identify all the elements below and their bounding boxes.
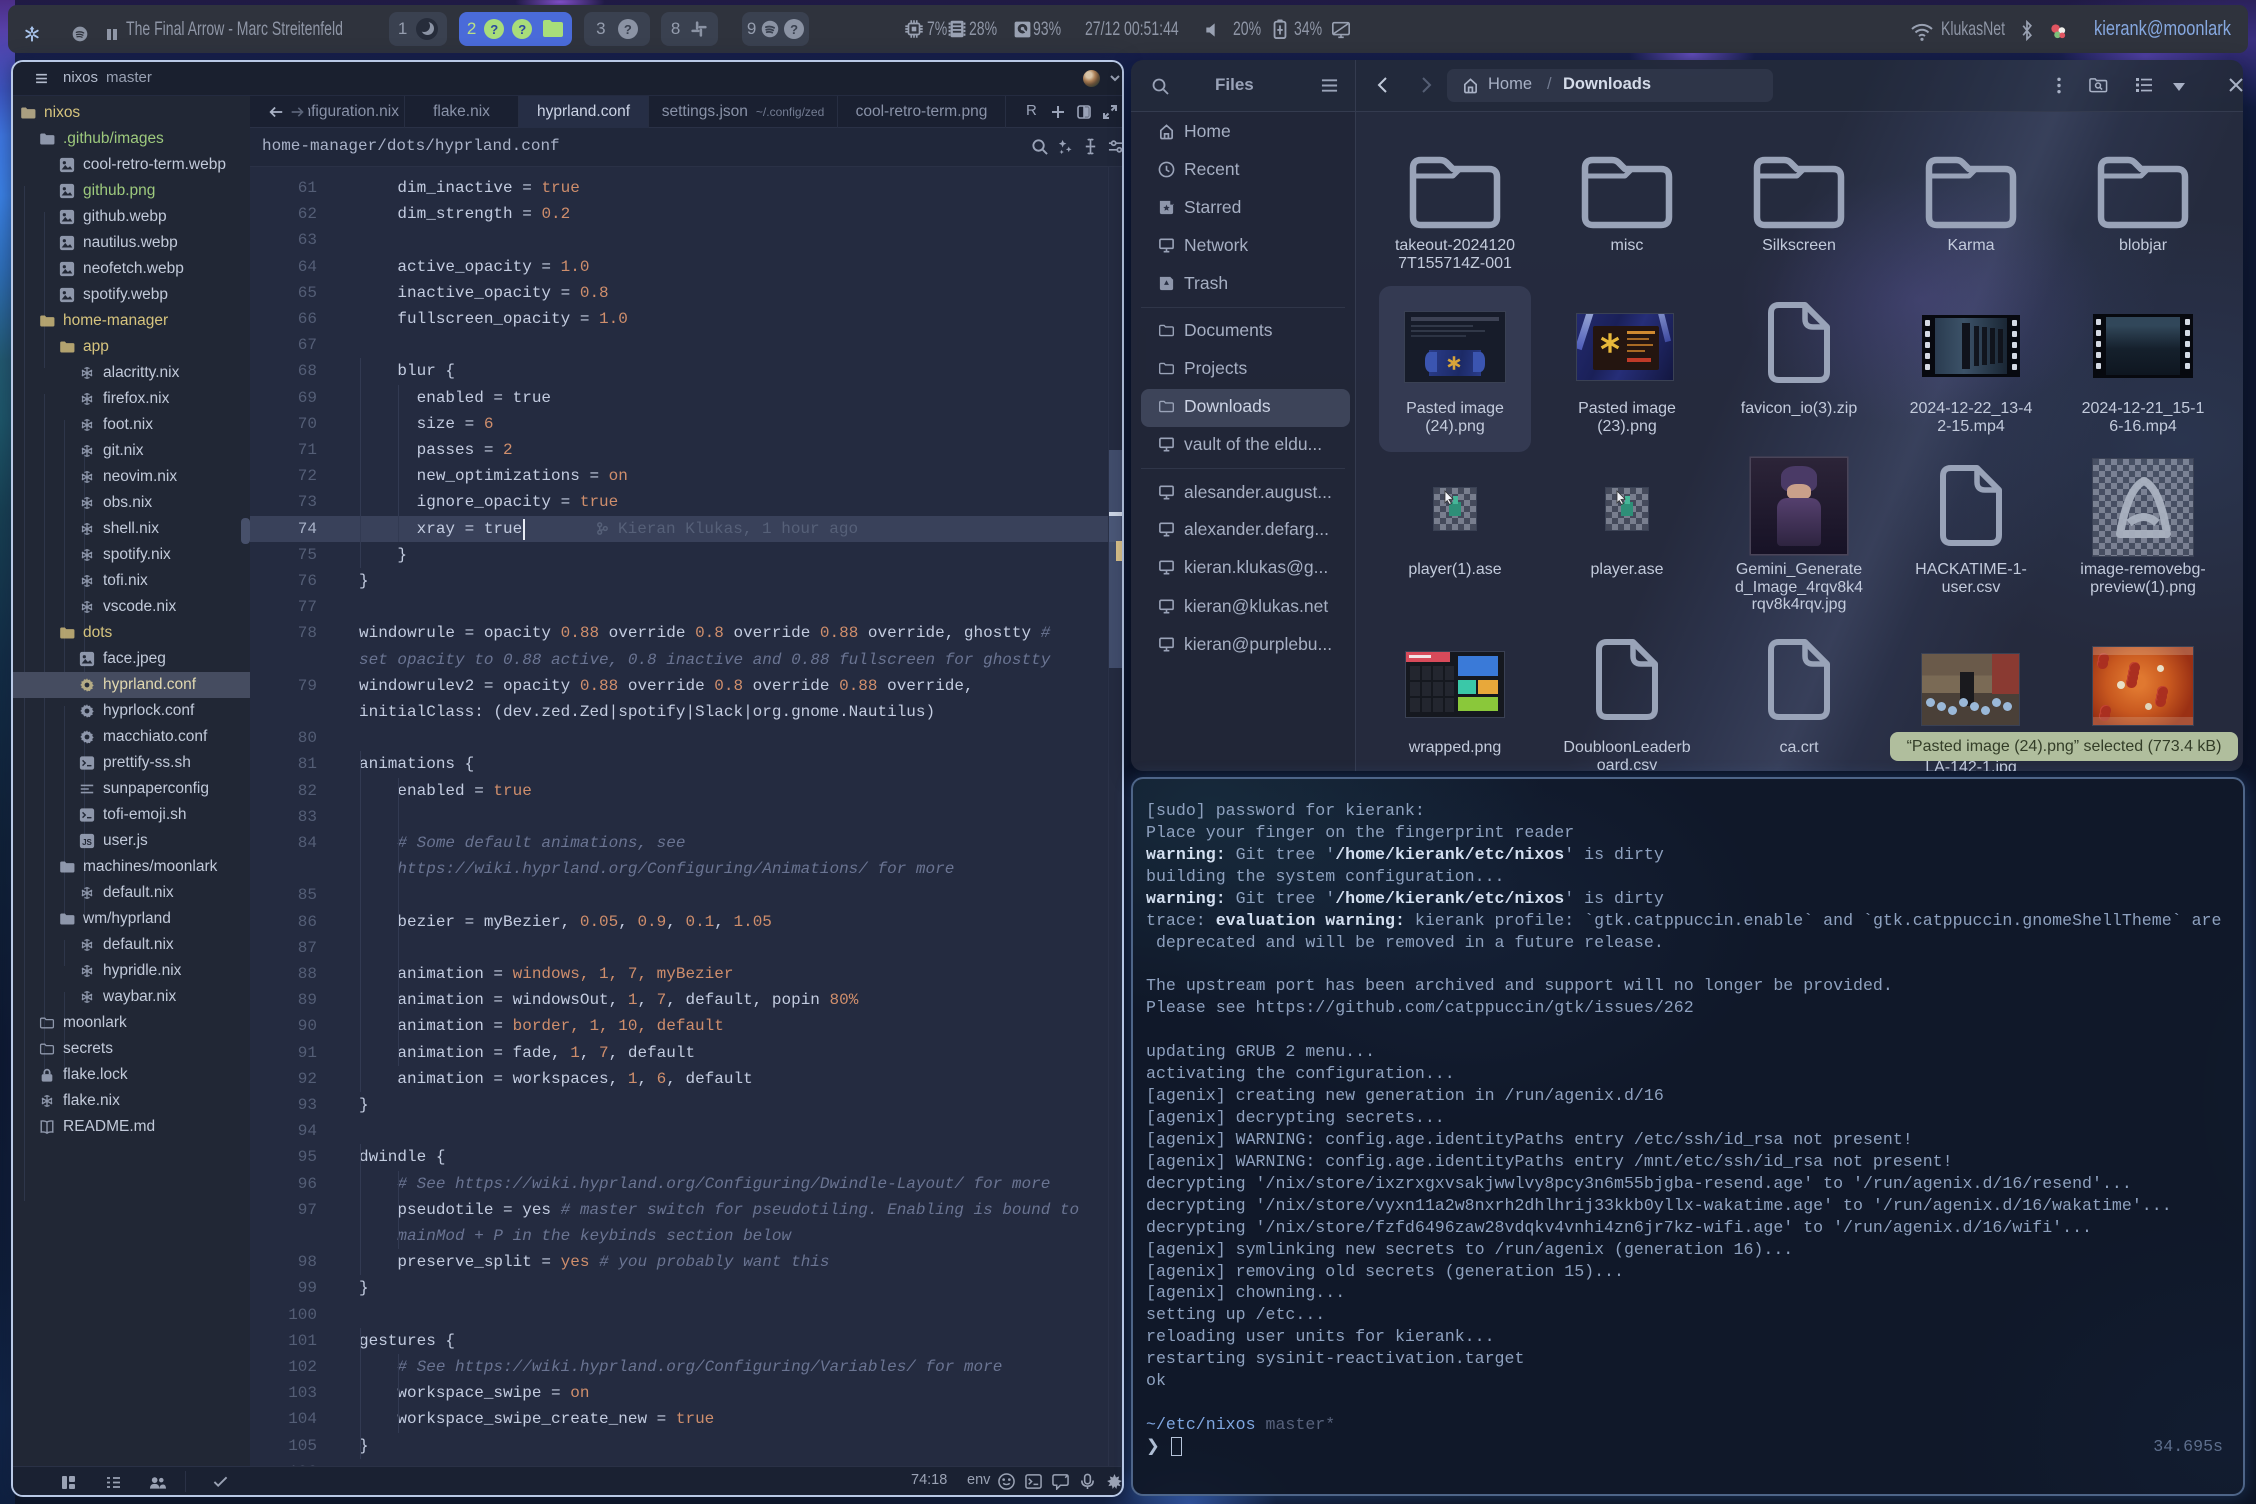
svg-text:JS: JS bbox=[82, 838, 92, 847]
